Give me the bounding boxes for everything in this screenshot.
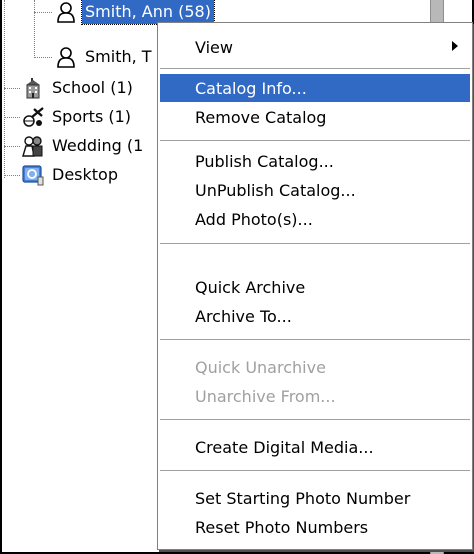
menu-item-label: Create Digital Media...: [195, 437, 374, 457]
context-menu: View Catalog Info... Remove Catalog Publ…: [157, 22, 473, 550]
menu-item-catalog-info[interactable]: Catalog Info...: [160, 74, 470, 102]
menu-separator: [160, 140, 470, 142]
tree-item-label: Smith, T: [85, 47, 152, 66]
menu-item-reset-photo-numbers[interactable]: Reset Photo Numbers: [160, 513, 470, 541]
menu-item-publish-catalog[interactable]: Publish Catalog...: [160, 147, 470, 175]
menu-separator: [160, 68, 470, 70]
tree-item-sports[interactable]: Sports (1): [22, 105, 134, 129]
menu-item-label: Publish Catalog...: [195, 151, 334, 171]
tree-item-smith-t[interactable]: Smith, T: [55, 45, 155, 69]
menu-item-unpublish-catalog[interactable]: UnPublish Catalog...: [160, 176, 470, 204]
menu-item-label: Quick Archive: [195, 277, 306, 297]
menu-item-label: View: [195, 37, 233, 57]
menu-item-label: Catalog Info...: [195, 78, 307, 98]
tree-connector: [4, 88, 20, 89]
menu-separator: [160, 243, 470, 245]
menu-item-add-photos[interactable]: Add Photo(s)...: [160, 205, 470, 233]
tree-item-school[interactable]: School (1): [22, 76, 136, 100]
menu-item-label: Quick Unarchive: [195, 357, 326, 377]
tree-connector: [34, 0, 35, 58]
sports-icon: [22, 106, 44, 128]
menu-item-label: Archive To...: [195, 306, 292, 326]
menu-item-remove-catalog[interactable]: Remove Catalog: [160, 103, 470, 131]
school-icon: [22, 77, 44, 99]
menu-item-label: Set Starting Photo Number: [195, 488, 411, 508]
menu-item-quick-archive[interactable]: Quick Archive: [160, 273, 470, 301]
tree-connector: [34, 12, 52, 13]
wedding-icon: [22, 135, 44, 157]
tree-connector: [4, 175, 20, 176]
menu-item-view[interactable]: View: [160, 33, 470, 61]
tree-item-wedding[interactable]: Wedding (1: [22, 134, 146, 158]
menu-item-set-starting-photo-number[interactable]: Set Starting Photo Number: [160, 484, 470, 512]
submenu-arrow-icon: [452, 41, 458, 51]
menu-separator: [160, 339, 470, 341]
tree-connector: [34, 57, 52, 58]
menu-item-label: UnPublish Catalog...: [195, 180, 356, 200]
menu-separator: [160, 419, 470, 421]
desktop-icon: [22, 164, 44, 186]
menu-item-label: Unarchive From...: [195, 386, 336, 406]
menu-item-label: Remove Catalog: [195, 107, 327, 127]
tree-connector: [4, 0, 5, 178]
person-icon: [55, 1, 77, 23]
menu-item-quick-unarchive: Quick Unarchive: [160, 353, 470, 381]
menu-item-create-digital-media[interactable]: Create Digital Media...: [160, 433, 470, 461]
tree-item-desktop[interactable]: Desktop: [22, 163, 121, 187]
person-icon: [55, 46, 77, 68]
menu-item-label: Add Photo(s)...: [195, 209, 313, 229]
tree-item-label: Desktop: [52, 165, 118, 184]
menu-item-archive-to[interactable]: Archive To...: [160, 302, 470, 330]
menu-item-unarchive-from: Unarchive From...: [160, 382, 470, 410]
tree-item-label: Sports (1): [52, 107, 132, 126]
tree-item-label: Wedding (1: [52, 136, 144, 155]
menu-item-label: Reset Photo Numbers: [195, 517, 369, 537]
tree-item-label: Smith, Ann (58): [81, 0, 215, 25]
menu-separator: [160, 470, 470, 472]
tree-item-smith-ann[interactable]: Smith, Ann (58): [55, 0, 215, 25]
tree-connector: [4, 117, 20, 118]
tree-connector: [4, 146, 20, 147]
tree-item-label: School (1): [52, 78, 133, 97]
